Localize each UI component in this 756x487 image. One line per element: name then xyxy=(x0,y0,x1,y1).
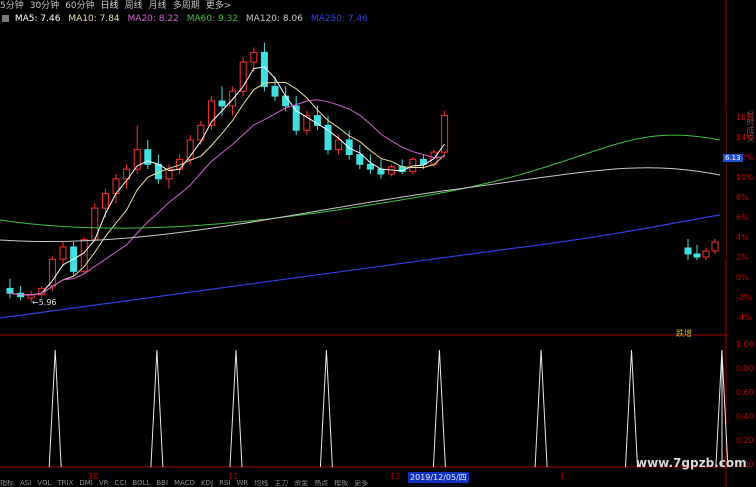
indicator-tab[interactable]: 主力 xyxy=(274,480,288,487)
period-tab-0[interactable]: 5分钟 xyxy=(0,1,24,11)
candle-body xyxy=(702,250,710,258)
ma250-value: MA250: 7.46 xyxy=(310,14,368,24)
indicator-tab[interactable]: CCI xyxy=(115,480,127,487)
price-scale-tick: 0% xyxy=(736,273,749,282)
indicator-tab[interactable]: WR xyxy=(236,480,248,487)
indicator-scale-tick: 0.20 xyxy=(736,436,754,445)
price-scale-tick: 10% xyxy=(736,173,754,182)
candle-body xyxy=(366,163,374,170)
period-tab-4[interactable]: 周线 xyxy=(125,1,143,11)
price-scale-tick: -4% xyxy=(736,313,752,322)
indicator-tab[interactable]: 模板 xyxy=(334,480,348,487)
candle-body xyxy=(684,247,692,255)
legend-square-icon xyxy=(2,15,9,22)
candle-body xyxy=(59,246,67,260)
period-tab-7[interactable]: 更多> xyxy=(206,1,232,11)
current-price-badge: 6.13 xyxy=(723,154,743,162)
watermark: www.7gpzb.com xyxy=(636,456,747,470)
gap-area xyxy=(430,110,726,260)
candle-body xyxy=(250,51,258,63)
indicator-tab[interactable]: 更多 xyxy=(354,480,368,487)
candle-body xyxy=(218,100,226,107)
signal-spike xyxy=(150,349,164,468)
indicator-scale-tick: 0.60 xyxy=(736,388,754,397)
indicator-scale-tick: 1.00 xyxy=(736,340,754,349)
indicator-tab[interactable]: 指标 xyxy=(0,480,14,487)
ma120-value: MA120: 8.06 xyxy=(245,14,303,24)
period-toolbar: 5分钟 30分钟 60分钟 日线 周线 月线 多周期 更多> xyxy=(0,0,756,13)
indicator-tab[interactable]: 资金 xyxy=(294,480,308,487)
signal-spike xyxy=(319,349,333,468)
price-scale-tick: 6% xyxy=(736,213,749,222)
indicator-tab[interactable]: BOLL xyxy=(132,480,150,487)
ma20-value: MA20: 8.22 xyxy=(127,14,179,24)
signal-spike xyxy=(432,349,446,468)
candle-body xyxy=(711,241,719,252)
price-scale-tick: 4% xyxy=(736,233,749,242)
candle-body xyxy=(6,287,14,294)
indicator-tab[interactable]: BBI xyxy=(156,480,168,487)
candle-body xyxy=(48,258,56,287)
kline-chart[interactable] xyxy=(0,0,728,487)
ma-legend: MA5: 7.46 MA10: 7.84 MA20: 8.22 MA60: 9.… xyxy=(0,13,373,26)
candle-body xyxy=(282,95,290,107)
period-tab-5[interactable]: 月线 xyxy=(149,1,167,11)
indicator-tab[interactable]: VOL xyxy=(37,480,51,487)
indicator-scale-tick: 0.40 xyxy=(736,412,754,421)
signal-spike xyxy=(48,349,62,468)
ma5-value: MA5: 7.46 xyxy=(14,14,61,24)
signal-spike xyxy=(229,349,243,468)
indicator-tab[interactable]: VR xyxy=(99,480,109,487)
price-scale-tick: -2% xyxy=(736,293,752,302)
signal-spike xyxy=(625,349,638,468)
candle-body xyxy=(345,139,353,156)
period-tab-1[interactable]: 30分钟 xyxy=(30,1,59,11)
price-scale-tick: 2% xyxy=(736,253,749,262)
indicator-tab[interactable]: TRIX xyxy=(57,480,73,487)
period-tab-6[interactable]: 多周期 xyxy=(173,1,200,11)
indicator-tab[interactable]: MACD xyxy=(174,480,195,487)
indicator-tabs: 指标 ASI VOL TRIX DMI VR CCI BOLL BBI MACD KDJ RSI WR 均… xyxy=(0,480,728,487)
candle-body xyxy=(229,90,237,107)
signal-tag: 跌增 xyxy=(676,329,692,338)
candle-body xyxy=(693,253,701,258)
candle-body xyxy=(271,85,279,97)
indicator-tab[interactable]: RSI xyxy=(219,480,230,487)
indicator-scale-tick: 0.80 xyxy=(736,364,754,373)
indicator-tab[interactable]: KDJ xyxy=(201,480,213,487)
price-scale-tick: 8% xyxy=(736,193,749,202)
period-tab-2[interactable]: 60分钟 xyxy=(65,1,94,11)
ma10-value: MA10: 7.84 xyxy=(68,14,120,24)
candle-body xyxy=(292,105,300,131)
ma60-value: MA60: 9.32 xyxy=(186,14,239,24)
signal-spike xyxy=(534,349,548,468)
candle-body xyxy=(335,139,343,151)
indicator-tab[interactable]: ASI xyxy=(20,480,31,487)
candle-body xyxy=(101,192,109,209)
candle-body xyxy=(356,154,364,165)
side-vertical-text[interactable]: 分时成交 xyxy=(745,110,756,142)
candle-body xyxy=(377,168,385,175)
indicator-tab[interactable]: 均线 xyxy=(254,480,268,487)
indicator-tab[interactable]: 热点 xyxy=(314,480,328,487)
indicator-tab[interactable]: DMI xyxy=(79,480,93,487)
right-scale: 16% 14% 12% 10% 8% 6% 4% 2% 0% -2% -4% 1.00 0.80 0.60… xyxy=(728,0,756,487)
low-price-label: ←5.96 xyxy=(32,298,57,307)
period-tab-3[interactable]: 日线 xyxy=(101,1,119,11)
